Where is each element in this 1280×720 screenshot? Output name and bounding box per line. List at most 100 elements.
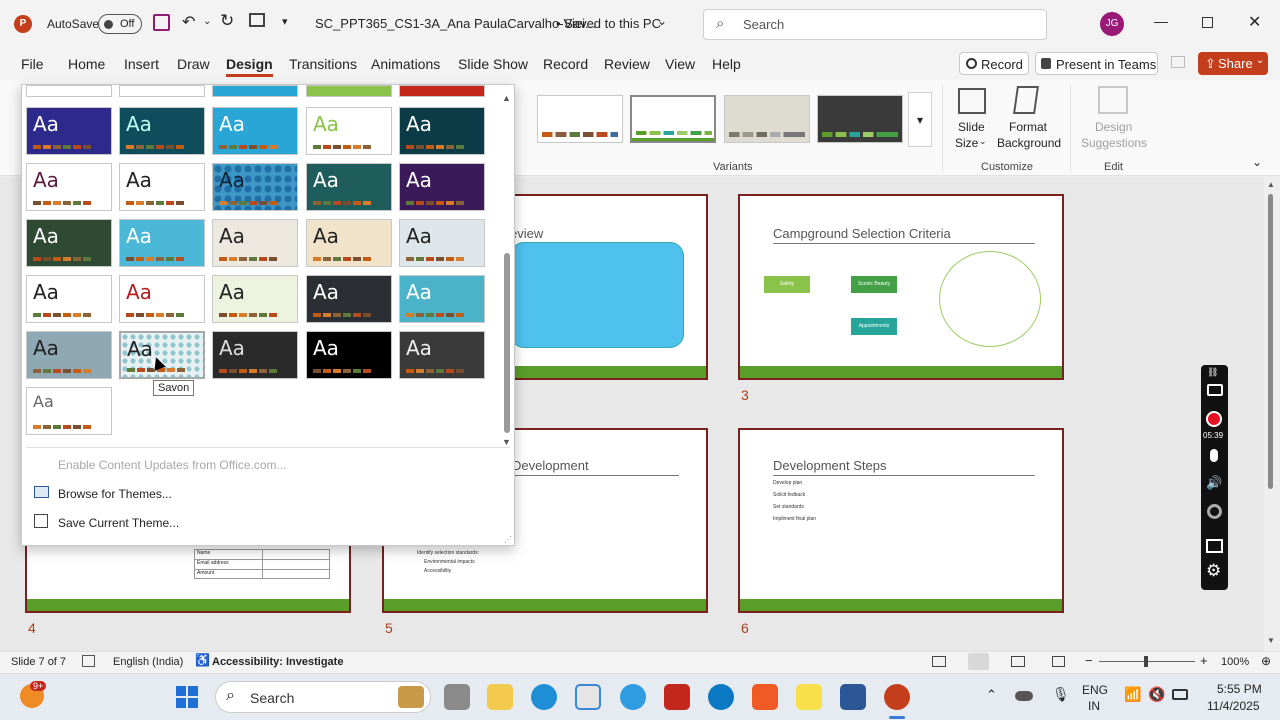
speaker-icon[interactable]: 🔊 — [1206, 475, 1222, 491]
chevron-down-icon[interactable]: ⌄ — [979, 136, 987, 147]
webcam-icon[interactable] — [1207, 504, 1222, 519]
onedrive-icon[interactable] — [1015, 691, 1033, 701]
autosave-toggle[interactable]: Off — [98, 14, 142, 34]
theme-thumbnail[interactable]: Aa — [212, 331, 298, 379]
undo-icon[interactable]: ↶ — [182, 12, 195, 32]
zoom-in-icon[interactable]: + — [1200, 653, 1208, 668]
theme-thumbnail-partial[interactable] — [119, 85, 205, 97]
theme-thumbnail[interactable]: Aa — [212, 275, 298, 323]
comments-icon[interactable] — [1171, 56, 1185, 68]
microphone-icon[interactable] — [1210, 449, 1218, 462]
restore-icon[interactable] — [1202, 17, 1213, 28]
tab-animations[interactable]: Animations — [371, 56, 440, 72]
slide-size-label-1[interactable]: Slide — [958, 120, 985, 134]
variant-2-selected[interactable] — [630, 95, 716, 143]
save-current-theme[interactable]: Save Current Theme... — [58, 516, 179, 530]
theme-thumbnail[interactable]: Aa — [306, 107, 392, 155]
word-icon[interactable] — [840, 684, 866, 710]
theme-thumbnail-partial[interactable] — [26, 85, 112, 97]
present-in-teams-button[interactable]: Present in Teams — [1035, 52, 1158, 75]
theme-thumbnail-partial[interactable] — [212, 85, 298, 97]
scroll-down-icon[interactable]: ▼ — [1267, 636, 1275, 645]
share-button[interactable]: ⇪ Share ⌄ — [1198, 52, 1268, 75]
theme-thumbnail[interactable]: Aa — [212, 219, 298, 267]
minimize-icon[interactable]: — — [1154, 13, 1168, 29]
tab-view[interactable]: View — [665, 56, 695, 72]
slide-sorter-view-icon[interactable] — [968, 653, 989, 670]
powerpoint-taskbar-icon[interactable] — [884, 684, 910, 710]
theme-thumbnail[interactable]: Aa — [119, 219, 205, 267]
reading-view-icon[interactable] — [1011, 656, 1025, 667]
tab-help[interactable]: Help — [712, 56, 741, 72]
theme-thumbnail[interactable]: Aa — [306, 163, 392, 211]
saved-status[interactable]: • Saved to this PC — [556, 16, 661, 31]
avatar[interactable]: JG — [1100, 12, 1124, 36]
design-suggestions-label-2[interactable]: Suggestions — [1081, 136, 1147, 150]
tab-slide-show[interactable]: Slide Show — [458, 56, 528, 72]
theme-thumbnail[interactable]: Aa — [399, 331, 485, 379]
customize-toolbar-icon[interactable]: ▾ — [282, 15, 288, 28]
zoom-slider[interactable] — [1099, 656, 1195, 667]
theme-thumbnail[interactable]: Aa — [399, 107, 485, 155]
tab-design[interactable]: Design — [226, 56, 273, 77]
theme-thumbnail[interactable]: Aa — [399, 219, 485, 267]
zoom-level[interactable]: 100% — [1221, 656, 1249, 668]
tab-draw[interactable]: Draw — [177, 56, 210, 72]
theme-thumbnail-partial[interactable] — [306, 85, 392, 97]
theme-thumbnail[interactable]: Aa — [306, 331, 392, 379]
scroll-up-icon[interactable]: ▲ — [502, 93, 511, 103]
theme-thumbnail[interactable]: Aa — [26, 387, 112, 435]
theme-thumbnail[interactable]: Aa — [119, 107, 205, 155]
save-icon[interactable] — [153, 14, 170, 31]
design-suggestions-label-1[interactable]: Design — [1095, 120, 1132, 134]
store-icon[interactable] — [575, 684, 601, 710]
redo-icon[interactable]: ↻ — [220, 11, 234, 31]
theme-thumbnail[interactable]: Aa — [306, 275, 392, 323]
theme-thumbnail[interactable]: Aa — [119, 275, 205, 323]
recorder-link-icon[interactable]: ⛓ — [1207, 367, 1218, 378]
tab-transitions[interactable]: Transitions — [289, 56, 357, 72]
clock-time[interactable]: 5:55 PM — [1217, 682, 1262, 696]
search-box[interactable]: ⌕ Search — [703, 9, 1047, 40]
theme-thumbnail[interactable]: Aa — [212, 107, 298, 155]
scroll-thumb[interactable] — [1268, 194, 1273, 489]
scroll-thumb[interactable] — [504, 253, 510, 433]
gear-icon[interactable]: ⚙ — [1206, 561, 1221, 581]
notes-icon[interactable] — [932, 656, 946, 667]
chevron-down-icon[interactable]: ⌄ — [657, 14, 667, 28]
brave-icon[interactable] — [752, 684, 778, 710]
input-language-1[interactable]: ENG — [1082, 683, 1108, 697]
scroll-down-icon[interactable]: ▼ — [502, 437, 511, 447]
input-language-2[interactable]: IN — [1088, 699, 1100, 713]
slide-thumbnail-3[interactable]: Campground Selection Criteria Safety Sce… — [738, 194, 1064, 380]
theme-thumbnail[interactable]: Aa — [399, 275, 485, 323]
camera-icon[interactable] — [1207, 384, 1223, 396]
start-button[interactable] — [176, 686, 198, 708]
wifi-icon[interactable]: 📶 — [1124, 686, 1141, 703]
volume-icon[interactable]: 🔇 — [1148, 686, 1165, 703]
variant-3[interactable] — [724, 95, 810, 143]
format-background-label-1[interactable]: Format — [1009, 120, 1047, 134]
theme-thumbnail[interactable]: Aa — [119, 163, 205, 211]
variant-1[interactable] — [537, 95, 623, 143]
fit-to-window-icon[interactable]: ⊕ — [1261, 654, 1271, 668]
workspace-scrollbar[interactable]: ▲ ▼ — [1266, 180, 1276, 648]
sticky-notes-icon[interactable] — [796, 684, 822, 710]
gallery-scrollbar[interactable]: ▲ ▼ — [501, 93, 513, 447]
theme-thumbnail[interactable]: Aa — [26, 219, 112, 267]
browse-for-themes[interactable]: Browse for Themes... — [58, 487, 172, 501]
zoom-out-icon[interactable]: − — [1085, 653, 1093, 668]
chevron-up-icon[interactable]: ⌃ — [986, 687, 997, 703]
tab-insert[interactable]: Insert — [124, 56, 159, 72]
present-icon[interactable] — [249, 13, 265, 27]
tab-record[interactable]: Record — [543, 56, 588, 72]
accessibility-status[interactable]: Accessibility: Investigate — [212, 656, 343, 668]
variant-4[interactable] — [817, 95, 903, 143]
undo-dropdown-icon[interactable]: ⌄ — [203, 16, 211, 27]
language[interactable]: English (India) — [113, 656, 183, 668]
help-app-icon[interactable] — [620, 684, 646, 710]
theme-thumbnail[interactable]: Aa — [26, 163, 112, 211]
format-background-label-2[interactable]: Background — [997, 136, 1061, 150]
file-explorer-icon[interactable] — [487, 684, 513, 710]
theme-thumbnail[interactable]: Aa — [26, 331, 112, 379]
